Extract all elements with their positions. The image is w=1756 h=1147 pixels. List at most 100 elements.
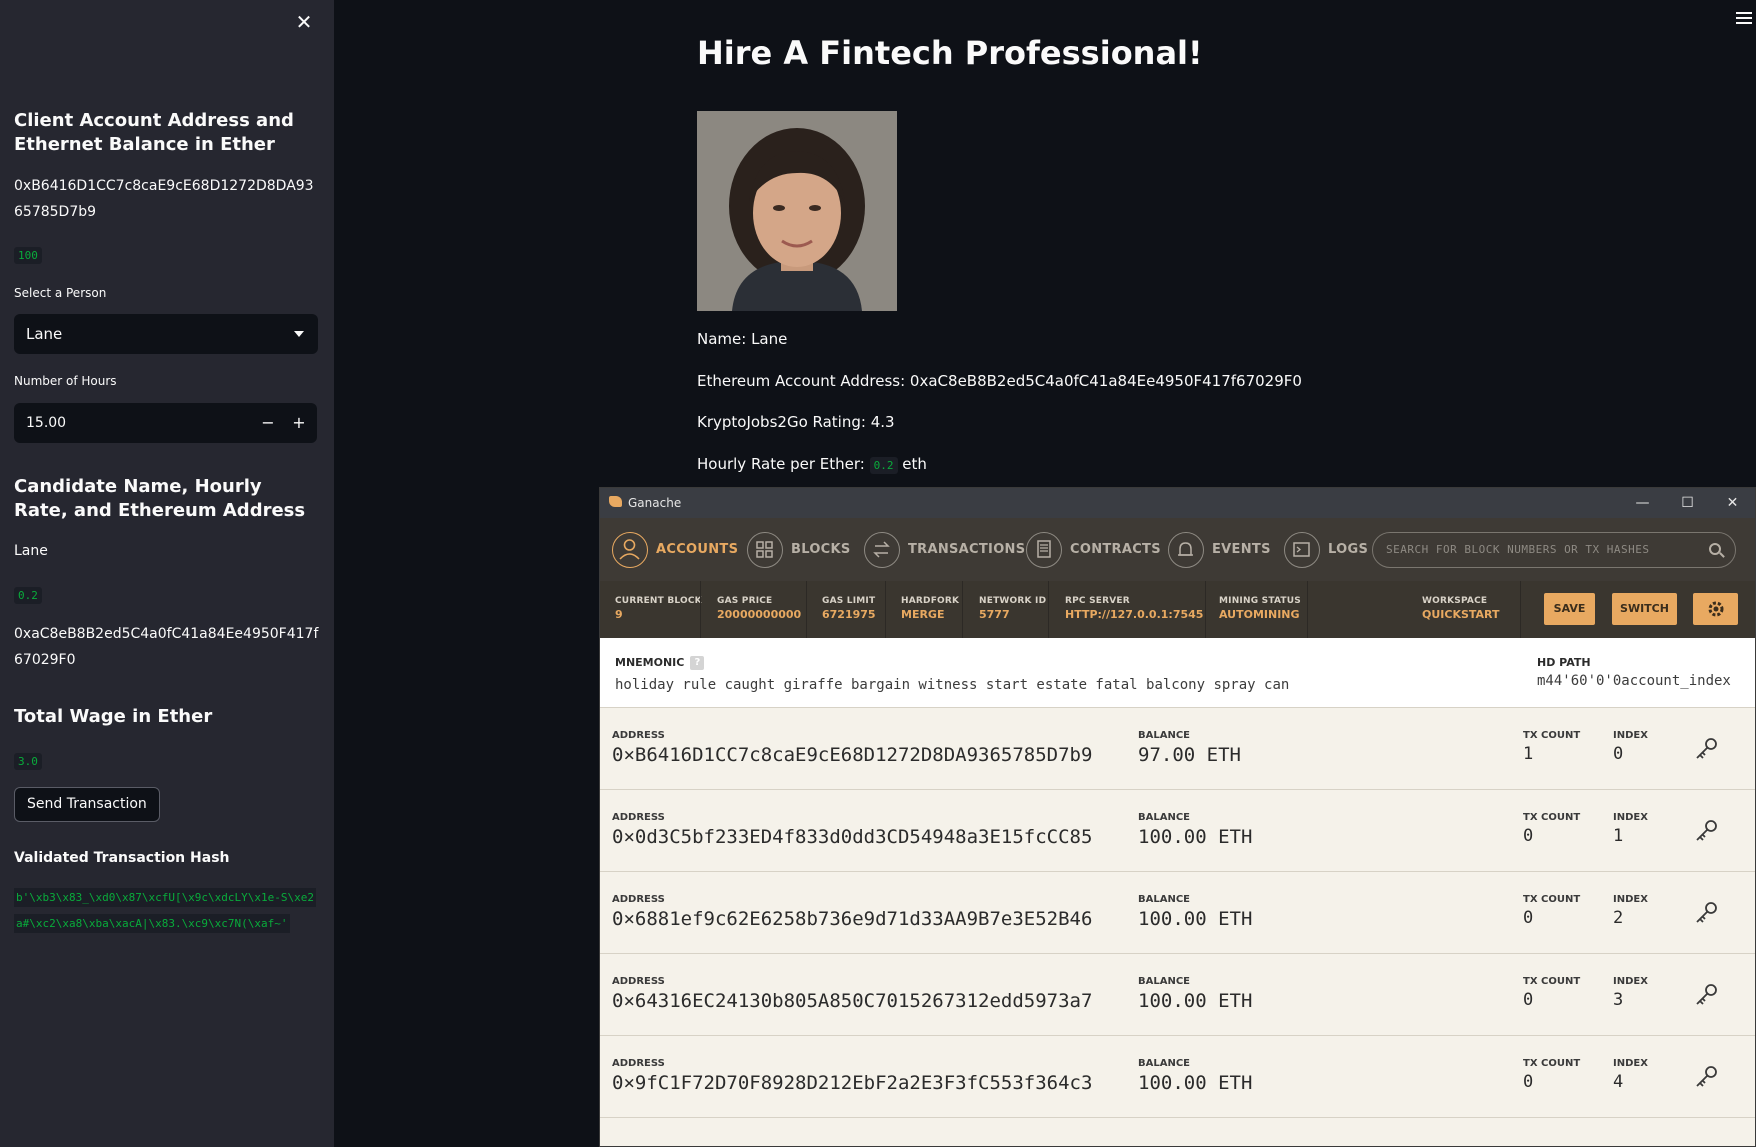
tab-blocks-label: BLOCKS <box>791 542 851 557</box>
bell-icon <box>1168 532 1204 568</box>
hdpath-label: HD PATH <box>1537 656 1591 669</box>
document-icon <box>1026 532 1062 568</box>
balance-label: BALANCE <box>1138 976 1191 987</box>
account-address: 0×6881ef9c62E6258b736e9d71d33AA9B7e3E52B… <box>612 908 1093 930</box>
index-label: INDEX <box>1613 730 1648 741</box>
account-tx-count: 1 <box>1523 744 1534 764</box>
account-balance: 100.00 ETH <box>1138 908 1253 930</box>
tx-count-label: TX COUNT <box>1523 976 1581 987</box>
table-row[interactable]: ADDRESS 0×B6416D1CC7c8caE9cE68D1272D8DA9… <box>600 708 1755 790</box>
hdpath-value: m44'60'0'0account_index <box>1537 673 1731 689</box>
tab-events-label: EVENTS <box>1212 542 1271 557</box>
table-row[interactable]: ADDRESS 0×0d3C5bf233ED4f833d0dd3CD54948a… <box>600 790 1755 872</box>
close-icon[interactable]: ✕ <box>292 10 316 34</box>
account-address: 0×B6416D1CC7c8caE9cE68D1272D8DA9365785D7… <box>612 744 1093 766</box>
search-icon[interactable] <box>1709 543 1721 555</box>
tx-count-label: TX COUNT <box>1523 812 1581 823</box>
key-icon[interactable] <box>1693 900 1719 926</box>
candidate-address: 0xaC8eB8B2ed5C4a0fC41a84Ee4950F417f67029… <box>14 626 319 668</box>
ganache-stats-bar: CURRENT BLOCK 9 GAS PRICE 20000000000 GAS … <box>600 581 1755 638</box>
balance-label: BALANCE <box>1138 1058 1191 1069</box>
window-close-icon[interactable]: ✕ <box>1710 488 1755 518</box>
account-tx-count: 0 <box>1523 908 1534 928</box>
address-label: ADDRESS <box>612 894 665 905</box>
mnemonic-value: holiday rule caught giraffe bargain witn… <box>615 677 1290 693</box>
account-tx-count: 0 <box>1523 990 1534 1010</box>
candidate-photo <box>697 111 897 311</box>
search-input[interactable]: SEARCH FOR BLOCK NUMBERS OR TX HASHES <box>1372 532 1736 568</box>
mnemonic-label: MNEMONIC? <box>615 656 705 670</box>
candidate-name: Lane <box>14 543 48 559</box>
table-row[interactable]: ADDRESS 0×64316EC24130b805A850C701526731… <box>600 954 1755 1036</box>
minimize-icon[interactable]: — <box>1620 488 1665 518</box>
hours-label: Number of Hours <box>14 374 117 388</box>
client-address: 0xB6416D1CC7c8caE9cE68D1272D8DA9365785D7… <box>14 178 314 220</box>
terminal-icon <box>1284 532 1320 568</box>
user-icon <box>612 532 648 568</box>
ganache-title: Ganache <box>628 496 682 510</box>
swap-icon <box>864 532 900 568</box>
address-label: ADDRESS <box>612 812 665 823</box>
account-index: 2 <box>1613 908 1624 928</box>
chevron-down-icon <box>294 331 304 337</box>
account-balance: 100.00 ETH <box>1138 826 1253 848</box>
key-icon[interactable] <box>1693 1064 1719 1090</box>
save-button[interactable]: SAVE <box>1544 593 1595 625</box>
address-label: ADDRESS <box>612 730 665 741</box>
account-index: 1 <box>1613 826 1624 846</box>
maximize-icon[interactable]: ☐ <box>1665 488 1710 518</box>
hourly-rate-line: Hourly Rate per Ether: 0.2 eth <box>697 455 927 474</box>
table-row[interactable]: ADDRESS 0×9fC1F72D70F8928D212EbF2a2E3F3f… <box>600 1036 1755 1118</box>
hours-value: 15.00 <box>26 415 67 431</box>
client-heading: Client Account Address and Ethernet Bala… <box>14 110 294 155</box>
menu-icon[interactable] <box>1736 12 1752 26</box>
address-label: ADDRESS <box>612 1058 665 1069</box>
tx-count-label: TX COUNT <box>1523 894 1581 905</box>
transaction-hash: b'\xb3\x83_\xd0\x87\xcfU[\x9c\xdcLY\x1e-… <box>14 885 320 937</box>
tab-contracts-label: CONTRACTS <box>1070 542 1161 557</box>
accounts-list: ADDRESS 0×B6416D1CC7c8caE9cE68D1272D8DA9… <box>600 708 1755 1118</box>
stat-gas-limit: GAS LIMIT 6721975 <box>822 596 876 621</box>
switch-button[interactable]: SWITCH <box>1612 593 1677 625</box>
account-index: 4 <box>1613 1072 1624 1092</box>
person-select-value: Lane <box>26 325 63 343</box>
key-icon[interactable] <box>1693 818 1719 844</box>
key-icon[interactable] <box>1693 982 1719 1008</box>
hours-input[interactable]: 15.00 − + <box>14 403 317 443</box>
decrement-button[interactable]: − <box>253 403 283 443</box>
account-balance: 97.00 ETH <box>1138 744 1241 766</box>
stat-workspace: WORKSPACE QUICKSTART <box>1422 596 1500 621</box>
tab-logs-label: LOGS <box>1328 542 1369 557</box>
key-icon[interactable] <box>1693 736 1719 762</box>
account-balance: 100.00 ETH <box>1138 990 1253 1012</box>
select-person-label: Select a Person <box>14 286 107 300</box>
balance-label: BALANCE <box>1138 730 1191 741</box>
candidate-heading: Candidate Name, Hourly Rate, and Ethereu… <box>14 476 306 521</box>
ganache-titlebar[interactable]: Ganache — ☐ ✕ <box>600 488 1755 518</box>
index-label: INDEX <box>1613 976 1648 987</box>
table-row[interactable]: ADDRESS 0×6881ef9c62E6258b736e9d71d33AA9… <box>600 872 1755 954</box>
increment-button[interactable]: + <box>284 403 314 443</box>
account-tx-count: 0 <box>1523 1072 1534 1092</box>
tx-count-label: TX COUNT <box>1523 1058 1581 1069</box>
gear-icon[interactable] <box>1693 593 1738 625</box>
send-transaction-button[interactable]: Send Transaction <box>14 787 160 822</box>
account-balance: 100.00 ETH <box>1138 1072 1253 1094</box>
ganache-window: Ganache — ☐ ✕ ACCOUNTS BLOCKS TRANSACTIO… <box>599 487 1756 1147</box>
hourly-rate-value: 0.2 <box>869 457 898 474</box>
account-address: 0×0d3C5bf233ED4f833d0dd3CD54948a3E15fcCC… <box>612 826 1093 848</box>
wage-value: 3.0 <box>14 753 42 770</box>
index-label: INDEX <box>1613 812 1648 823</box>
page-title: Hire A Fintech Professional! <box>697 34 1203 72</box>
candidate-address-line: Ethereum Account Address: 0xaC8eB8B2ed5C… <box>697 372 1302 390</box>
index-label: INDEX <box>1613 894 1648 905</box>
account-tx-count: 0 <box>1523 826 1534 846</box>
help-icon[interactable]: ? <box>690 656 705 670</box>
stat-rpc-server: RPC SERVER HTTP://127.0.0.1:7545 <box>1065 596 1204 621</box>
tab-transactions-label: TRANSACTIONS <box>908 542 1026 557</box>
ganache-nav: ACCOUNTS BLOCKS TRANSACTIONS CONTRACTS E… <box>600 518 1755 581</box>
person-select[interactable]: Lane <box>14 314 318 354</box>
account-address: 0×64316EC24130b805A850C7015267312edd5973… <box>612 990 1093 1012</box>
balance-label: BALANCE <box>1138 894 1191 905</box>
tx-count-label: TX COUNT <box>1523 730 1581 741</box>
